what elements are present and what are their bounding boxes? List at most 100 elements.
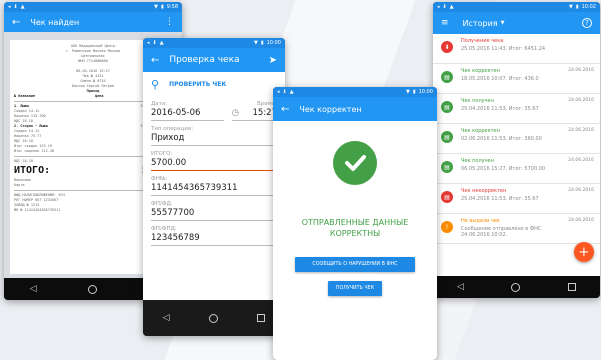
date-field[interactable]: 2016-05-06 — [151, 107, 224, 121]
report-violation-button[interactable]: СООБЩИТЬ О НАРУШЕНИИ В ФНС — [295, 257, 415, 272]
nav-recents-icon[interactable] — [257, 314, 266, 322]
app-bar: ← Чек корректен — [273, 97, 437, 121]
help-icon[interactable]: ? — [582, 18, 592, 28]
send-icon[interactable]: ➤ — [269, 55, 277, 66]
receipt-column-header: № Название — [14, 94, 36, 98]
wifi-icon: ▼ — [253, 40, 258, 46]
add-fab-button[interactable]: + — [574, 242, 594, 262]
notification-icon: ◂ — [147, 40, 150, 46]
notification-icon: ◂ — [277, 89, 280, 95]
fd-field[interactable]: 55577700 — [151, 207, 277, 221]
history-item-text: Получение чека 25.05.2016 11:43. Итог: 64… — [461, 38, 594, 52]
fn-field[interactable]: 1141454365739311 — [151, 182, 277, 196]
history-item[interactable]: ▤ Чек некорректен 25.04.2016 11:53. Итог: … — [433, 184, 600, 214]
page-title: Чек корректен — [299, 104, 362, 114]
system-nav-bar: ◁ — [143, 300, 285, 336]
clock-icon[interactable]: ◷ — [232, 108, 239, 118]
notification-icon: ◂ — [8, 4, 11, 10]
menu-icon[interactable]: ≡ — [441, 18, 449, 28]
status-time: 10:00 — [266, 40, 281, 46]
receipt-icon: ▤ — [441, 131, 453, 143]
receipt-icon: ▤ — [441, 191, 453, 203]
history-item-date: 24.06.2016 — [568, 218, 594, 223]
nav-home-icon[interactable] — [208, 313, 218, 323]
system-nav-bar: ◁ — [433, 276, 600, 298]
battery-icon: ▮ — [260, 40, 264, 46]
wifi-icon: ▼ — [154, 4, 158, 10]
nav-back-icon[interactable]: ◁ — [163, 313, 170, 323]
page-title[interactable]: История — [463, 19, 498, 28]
status-bar: ◂ ⬇ ▲ ▼ ▮ 10:00 — [143, 38, 285, 48]
history-item[interactable]: ▤ Чек получен 06.05.2016 15:27. Итог: 5700… — [433, 154, 600, 184]
back-arrow-icon[interactable]: ← — [281, 104, 289, 115]
verify-receipt-button[interactable]: ПРОВЕРИТЬ ЧЕК — [169, 81, 226, 88]
history-item-subtitle: 25.05.2016 11:43. Итог: 6451.24 — [461, 46, 546, 52]
receipt-icon: ▤ — [441, 101, 453, 113]
history-item-date: 24.06.2016 — [568, 158, 594, 163]
page-title: Чек найден — [30, 17, 80, 27]
download-icon: ⬇ — [441, 41, 453, 53]
page-title: Проверка чека — [169, 55, 240, 65]
fp-field[interactable]: 123456789 — [151, 232, 277, 246]
receipt-column-header: Цена — [95, 94, 104, 98]
warning-icon: ! — [441, 221, 453, 233]
status-time: 10:02 — [581, 4, 596, 10]
overflow-menu-icon[interactable]: ⋮ — [165, 17, 174, 27]
android-icon: ▲ — [289, 89, 294, 95]
status-bar: ◂ ⬇ ▲ ▼ ▮ 10:02 — [433, 2, 600, 12]
status-bar: ◂ ⬇ ▲ ▼ ▮ 10:00 — [273, 87, 437, 97]
search-icon[interactable]: ⚲ — [151, 78, 159, 91]
wifi-icon: ▼ — [405, 89, 410, 95]
notification-icon: ◂ — [437, 4, 440, 10]
history-item-date: 24.06.2016 — [568, 98, 594, 103]
nav-back-icon[interactable]: ◁ — [30, 284, 37, 294]
time-field[interactable]: ◷ 15:27 — [231, 107, 277, 121]
status-bar: ◂ ⬇ ▲ ▼ ▮ 9:58 — [4, 2, 182, 12]
android-icon: ▲ — [20, 4, 25, 10]
download-icon: ⬇ — [282, 89, 287, 95]
nav-home-icon[interactable] — [87, 284, 97, 294]
history-item[interactable]: ! Не выдали чек Сообщение отправлено в ФНС… — [433, 214, 600, 244]
get-receipt-button[interactable]: ПОЛУЧИТЬ ЧЕК — [328, 281, 382, 296]
app-bar: ≡ История ▼ ? — [433, 12, 600, 34]
history-item-date: 24.06.2016 — [568, 128, 594, 133]
success-message: ОТПРАВЛЕННЫЕ ДАННЫЕ КОРРЕКТНЫ — [301, 218, 409, 238]
wifi-icon: ▼ — [568, 4, 573, 10]
phone-receipt-valid: ◂ ⬇ ▲ ▼ ▮ 10:00 ← Чек корректен ОТПРАВЛЕННЫЕ… — [273, 87, 437, 360]
history-item-subtitle: 25.04.2016 11:53. Итог: 35.67 — [461, 106, 539, 112]
check-form: ⚲ ПРОВЕРИТЬ ЧЕК Дата: 2016-05-06 Время: … — [143, 72, 285, 300]
sum-field[interactable]: 5700.00 — [151, 157, 277, 171]
history-item-date: 24.06.2016 — [568, 188, 594, 193]
verify-row: ⚲ ПРОВЕРИТЬ ЧЕК — [151, 72, 277, 96]
phone-history: ◂ ⬇ ▲ ▼ ▮ 10:02 ≡ История ▼ ? ⬇ Получение чек… — [433, 2, 600, 298]
history-item-subtitle: 06.05.2016 15:27. Итог: 5700.00 — [461, 166, 546, 172]
android-icon: ▲ — [449, 4, 454, 10]
history-item-date: 24.06.2016 — [568, 68, 594, 73]
history-item-subtitle: 18.05.2016 10:07. Итог: 436.0 — [461, 76, 539, 82]
success-screen: ОТПРАВЛЕННЫЕ ДАННЫЕ КОРРЕКТНЫ СООБЩИТЬ О… — [273, 121, 437, 360]
operation-type-field[interactable]: Приход — [151, 132, 277, 146]
battery-icon: ▮ — [161, 4, 164, 10]
back-arrow-icon[interactable]: ← — [12, 17, 20, 28]
app-bar: ← Чек найден ⋮ — [4, 12, 182, 32]
dropdown-arrow-icon[interactable]: ▼ — [501, 20, 505, 26]
history-item[interactable]: ▤ Чек корректен 02.06.2016 11:53. Итог: 36… — [433, 124, 600, 154]
status-time: 9:58 — [166, 4, 178, 10]
receipt-icon: ▤ — [441, 71, 453, 83]
history-item[interactable]: ⬇ Получение чека 25.05.2016 11:43. Итог: 6… — [433, 34, 600, 64]
app-bar: ← Проверка чека ➤ — [143, 48, 285, 72]
history-item[interactable]: ▤ Чек корректен 18.05.2016 10:07. Итог: 43… — [433, 64, 600, 94]
phone-check-receipt: ◂ ⬇ ▲ ▼ ▮ 10:00 ← Проверка чека ➤ ⚲ ПРОВЕРИТ… — [143, 38, 285, 336]
history-item[interactable]: ▤ Чек получен 25.04.2016 11:53. Итог: 35.6… — [433, 94, 600, 124]
receipt-total-label: ИТОГО: — [14, 165, 51, 176]
nav-back-icon[interactable]: ◁ — [457, 282, 464, 292]
nav-recents-icon[interactable] — [568, 283, 577, 291]
back-arrow-icon[interactable]: ← — [151, 55, 159, 66]
history-item-subtitle: Сообщение отправлено в ФНС 24.06.2016 10… — [461, 226, 542, 238]
download-icon: ⬇ — [442, 4, 447, 10]
download-icon: ⬇ — [152, 40, 157, 46]
download-icon: ⬇ — [13, 4, 18, 10]
status-time: 10:00 — [418, 89, 433, 95]
history-list: ⬇ Получение чека 25.05.2016 11:43. Итог: 6… — [433, 34, 600, 276]
nav-home-icon[interactable] — [511, 282, 521, 292]
